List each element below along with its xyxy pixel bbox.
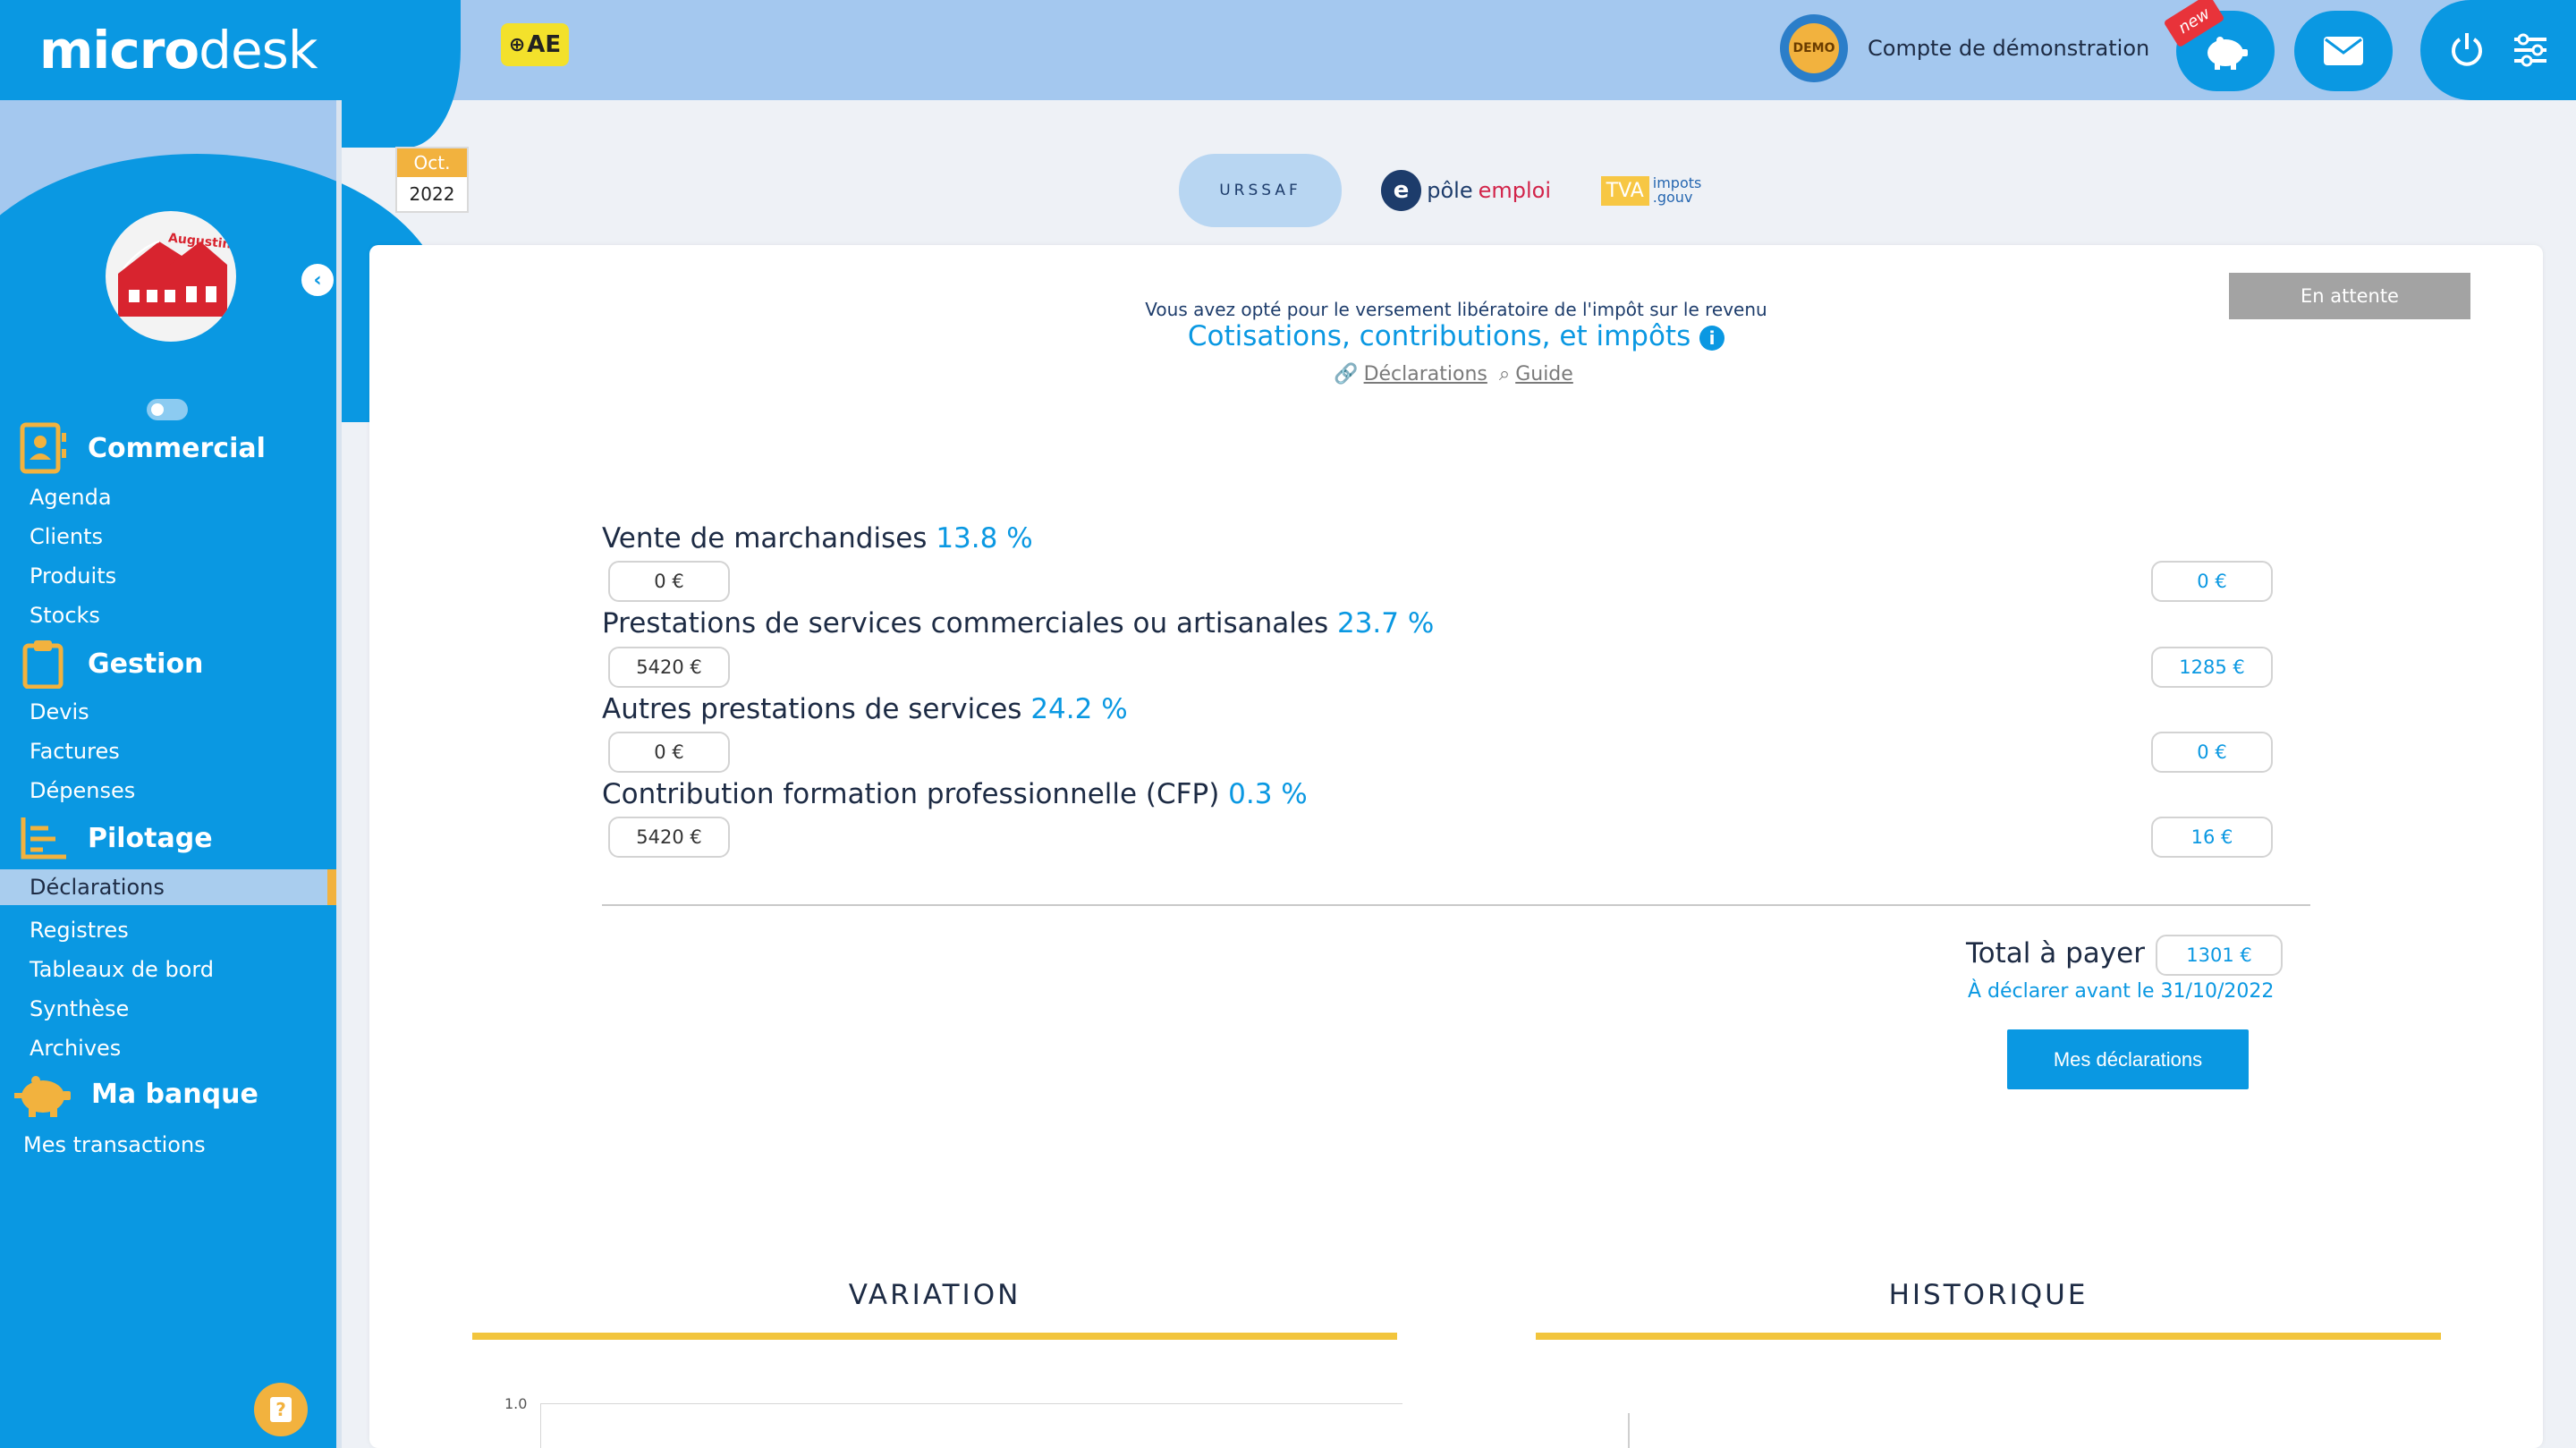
base-amount-cfp[interactable]: 5420 € [608, 817, 730, 858]
help-icon: ? [270, 1397, 292, 1422]
company-logo[interactable]: Augustin [106, 211, 236, 342]
base-amount-autres-prestations[interactable]: 0 € [608, 732, 730, 773]
help-button[interactable]: ? [254, 1383, 308, 1436]
historique-underline [1536, 1333, 2441, 1340]
declarations-link[interactable]: Déclarations [1364, 363, 1487, 385]
sidebar-item-factures[interactable]: Factures [30, 739, 120, 764]
page-title: Cotisations, contributions, et impôts i [894, 320, 2018, 352]
due-amount-prestations-commerciales: 1285 € [2151, 647, 2273, 688]
row-label-cfp: Contribution formation professionnelle (… [602, 778, 1308, 810]
settings-sliders-icon[interactable] [2511, 30, 2550, 70]
sidebar-edge [336, 100, 342, 1448]
tab-tva[interactable]: TVA impots .gouv [1597, 154, 1705, 227]
historique-chart-axis [1628, 1413, 1630, 1448]
sidebar-item-declarations[interactable]: Déclarations [30, 875, 165, 900]
tab-pole-emploi[interactable]: e pôle emploi [1381, 154, 1551, 227]
nav-section-pilotage[interactable]: Pilotage [20, 816, 213, 860]
pole-emploi-logo-icon: e [1381, 170, 1422, 211]
my-declarations-button[interactable]: Mes déclarations [2007, 1029, 2249, 1089]
account-name[interactable]: Compte de démonstration [1868, 36, 2149, 61]
chevron-left-icon: ‹ [313, 268, 322, 292]
contact-card-icon [20, 422, 66, 474]
nav-section-commercial[interactable]: Commercial [20, 422, 266, 474]
row-label-prestations-commerciales: Prestations de services commerciales ou … [602, 607, 1435, 639]
sidebar-toggle[interactable] [147, 399, 188, 420]
base-amount-prestations-commerciales[interactable]: 5420 € [608, 647, 730, 688]
historique-title: HISTORIQUE [1888, 1279, 2089, 1311]
chart-tick-label: 1.0 [504, 1395, 528, 1412]
search-icon: ⌕ [1498, 363, 1511, 385]
status-badge: En attente [2229, 273, 2470, 319]
period-month: Oct. [397, 148, 467, 177]
collapse-sidebar-button[interactable]: ‹ [299, 261, 336, 299]
clipboard-icon [22, 640, 64, 689]
tab-urssaf[interactable]: URSSAF [1179, 154, 1342, 227]
power-settings-area [2420, 0, 2576, 100]
power-icon[interactable] [2447, 30, 2487, 70]
info-icon[interactable]: i [1699, 325, 1725, 351]
sidebar-item-produits[interactable]: Produits [30, 563, 116, 589]
declaration-deadline: À déclarer avant le 31/10/2022 [1968, 980, 2275, 1003]
sidebar-item-archives[interactable]: Archives [30, 1036, 121, 1061]
piggy-bank-icon [14, 1076, 71, 1117]
due-amount-autres-prestations: 0 € [2151, 732, 2273, 773]
mail-button[interactable] [2294, 11, 2393, 91]
period-selector[interactable]: Oct. 2022 [395, 147, 469, 213]
sidebar-item-clients[interactable]: Clients [30, 524, 103, 549]
nav-section-gestion[interactable]: Gestion [20, 639, 203, 689]
guide-link[interactable]: Guide [1515, 363, 1573, 385]
variation-underline [472, 1333, 1397, 1340]
app-logo[interactable]: microdesk [39, 20, 318, 80]
sidebar-item-registres[interactable]: Registres [30, 918, 129, 943]
mail-icon [2324, 37, 2363, 65]
row-label-autres-prestations: Autres prestations de services 24.2 % [602, 693, 1128, 725]
help-links: 🔗 Déclarations ⌕ Guide [894, 363, 2018, 385]
sidebar-item-stocks[interactable]: Stocks [30, 603, 100, 628]
chart-gridline [540, 1403, 1402, 1404]
chart-lines-icon [21, 817, 66, 859]
ae-status-badge[interactable]: ⊕ AE [501, 23, 569, 66]
chart-y-axis [540, 1403, 541, 1448]
sidebar-item-tableaux-de-bord[interactable]: Tableaux de bord [30, 957, 214, 982]
nav-section-ma-banque[interactable]: Ma banque [14, 1070, 258, 1118]
login-arrow-icon: ⊕ [508, 33, 526, 56]
link-icon: 🔗 [1334, 363, 1359, 385]
sidebar-item-depenses[interactable]: Dépenses [30, 778, 135, 803]
variation-chart: 1.0 [501, 1377, 1402, 1448]
liberatory-payment-note: Vous avez opté pour le versement libérat… [1145, 299, 1767, 320]
period-year: 2022 [409, 183, 455, 205]
sidebar-item-synthese[interactable]: Synthèse [30, 996, 129, 1021]
sidebar-item-mes-transactions[interactable]: Mes transactions [23, 1132, 206, 1157]
total-amount: 1301 € [2156, 935, 2283, 976]
row-label-marchandises: Vente de marchandises 13.8 % [602, 522, 1033, 555]
base-amount-marchandises[interactable]: 0 € [608, 561, 730, 602]
total-label: Total à payer [1966, 937, 2145, 970]
due-amount-cfp: 16 € [2151, 817, 2273, 858]
piggy-bank-icon [2207, 37, 2248, 70]
sidebar-item-agenda[interactable]: Agenda [30, 485, 112, 510]
variation-title: VARIATION [848, 1279, 1021, 1311]
due-amount-marchandises: 0 € [2151, 561, 2273, 602]
sidebar-item-devis[interactable]: Devis [30, 699, 89, 724]
divider [602, 904, 2310, 906]
account-avatar[interactable]: DEMO [1780, 14, 1848, 82]
